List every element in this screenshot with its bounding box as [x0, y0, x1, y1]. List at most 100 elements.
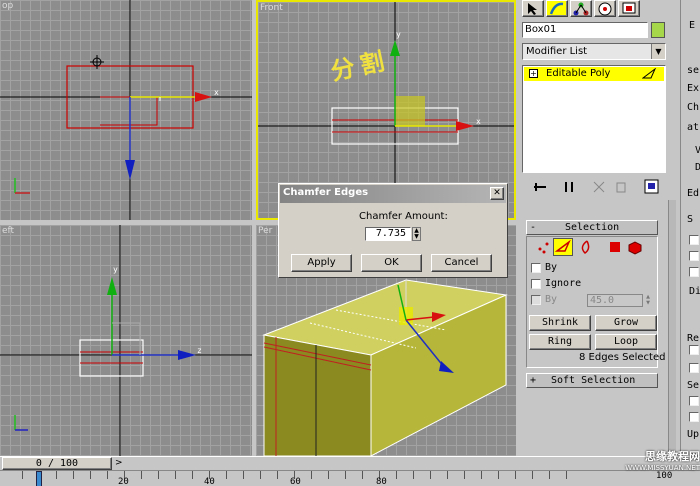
secondary-panel: E se Ex Ch at V D Ed S Di Re Se Up — [680, 0, 700, 456]
viewport-top[interactable]: op x — [0, 0, 252, 220]
stack-toolbar — [522, 178, 666, 196]
cancel-button[interactable]: Cancel — [431, 254, 492, 272]
side-letter: Up — [687, 429, 700, 440]
tick-label: 20 — [118, 477, 129, 486]
side-letter: Ex — [687, 83, 700, 94]
axis-y-label: y — [396, 30, 401, 39]
modifier-list-dropdown[interactable]: Modifier List ▼ — [522, 43, 666, 60]
side-checkbox[interactable] — [689, 251, 699, 261]
collapse-minus-icon: - — [530, 222, 537, 233]
close-icon: ✕ — [493, 188, 501, 198]
panel-scrollbar[interactable] — [668, 200, 676, 456]
dialog-title-bar[interactable]: Chamfer Edges ✕ — [280, 185, 506, 203]
keyframe-marker[interactable] — [36, 471, 42, 486]
viewport-left[interactable]: eft y z — [0, 225, 252, 456]
hierarchy-icon[interactable] — [570, 0, 592, 17]
side-checkbox[interactable] — [689, 267, 699, 277]
tick-label: 40 — [204, 477, 215, 486]
side-letter: Re — [687, 333, 700, 344]
time-slider-thumb[interactable]: 0 / 100 — [2, 457, 112, 470]
ignore-backfacing-checkbox[interactable] — [531, 279, 541, 289]
side-letter: Di — [689, 286, 700, 297]
track-bar[interactable]: 20 40 60 80 100 — [0, 470, 700, 486]
motion-icon[interactable] — [594, 0, 616, 17]
axis-x-label: x — [476, 117, 481, 126]
axis-z-label: z — [197, 346, 202, 355]
object-color-swatch[interactable] — [651, 22, 665, 38]
watermark-cn: 思缘教程网 — [645, 450, 700, 463]
tick-label: 100 — [656, 471, 673, 481]
side-letter: Ed — [687, 188, 700, 199]
expand-plus-icon: + — [530, 375, 537, 386]
selection-rollout-header[interactable]: - Selection — [526, 220, 658, 235]
edge-subobject-icon — [642, 68, 656, 79]
watermark-url: WWW.MISSYUAN.NET — [625, 464, 700, 472]
time-next-arrow[interactable]: > — [115, 458, 123, 468]
by-angle-label: By — [545, 294, 558, 305]
object-name-field[interactable]: Box01 — [522, 22, 648, 38]
element-mode-icon[interactable] — [627, 239, 643, 255]
angle-input[interactable]: 45.0 — [587, 294, 643, 307]
ignore-backfacing-label: Ignore — [545, 278, 582, 289]
axis-y-label: y — [113, 265, 118, 274]
create-icon[interactable] — [522, 0, 544, 17]
selection-rollout: By Ignore By 45.0 ▲ ▼ Shrink Grow Ring Lo… — [526, 236, 665, 368]
border-mode-icon[interactable] — [577, 239, 593, 255]
remove-modifier-icon[interactable] — [614, 180, 628, 194]
selection-title: Selection — [565, 222, 620, 233]
panel-tabs — [522, 0, 682, 18]
side-checkbox[interactable] — [689, 363, 699, 373]
by-vertex-checkbox[interactable] — [531, 263, 541, 273]
polygon-mode-icon[interactable] — [607, 239, 623, 255]
ok-button[interactable]: OK — [361, 254, 422, 272]
side-letter: D — [695, 162, 700, 173]
side-letter: Ch — [687, 102, 700, 113]
time-slider[interactable]: 0 / 100 > — [0, 456, 700, 470]
side-letter: at — [687, 122, 700, 133]
by-angle-checkbox[interactable] — [531, 295, 541, 305]
angle-spinner[interactable]: ▲ ▼ — [644, 294, 652, 307]
dialog-title: Chamfer Edges — [283, 187, 369, 198]
show-end-result-icon[interactable] — [562, 180, 576, 194]
side-letter: E — [689, 20, 696, 31]
modifier-stack[interactable]: + Editable Poly — [522, 65, 666, 173]
pin-stack-icon[interactable] — [532, 180, 548, 194]
grow-button[interactable]: Grow — [595, 315, 657, 331]
expand-plus-icon[interactable]: + — [529, 69, 538, 78]
tick-label: 60 — [290, 477, 301, 486]
shrink-button[interactable]: Shrink — [529, 315, 591, 331]
chamfer-amount-input[interactable]: 7.735 — [365, 227, 411, 241]
make-unique-icon[interactable] — [592, 180, 606, 194]
edge-mode-icon[interactable] — [553, 238, 573, 256]
ring-button[interactable]: Ring — [529, 334, 591, 350]
watermark: 思缘教程网 WWW.MISSYUAN.NET — [604, 448, 700, 472]
modify-icon[interactable] — [546, 0, 568, 17]
soft-selection-rollout-header[interactable]: + Soft Selection — [526, 373, 658, 388]
stack-item-editable-poly[interactable]: + Editable Poly — [524, 67, 664, 81]
side-letter: Se — [687, 380, 700, 391]
stack-item-label: Editable Poly — [546, 68, 611, 79]
configure-sets-icon[interactable] — [644, 179, 660, 195]
vertex-mode-icon[interactable] — [535, 239, 553, 255]
axis-x-label: x — [214, 88, 219, 97]
side-checkbox[interactable] — [689, 345, 699, 355]
tick-label: 80 — [376, 477, 387, 486]
side-checkbox[interactable] — [689, 396, 699, 406]
side-checkbox[interactable] — [689, 235, 699, 245]
display-icon[interactable] — [618, 0, 640, 17]
soft-selection-title: Soft Selection — [551, 375, 636, 386]
dialog-close-button[interactable]: ✕ — [490, 187, 504, 200]
track-bar-scale — [22, 471, 582, 479]
chamfer-edges-dialog: Chamfer Edges ✕ Chamfer Amount: 7.735 ▲ ▼… — [278, 183, 508, 278]
apply-button[interactable]: Apply — [291, 254, 352, 272]
side-letter: S — [687, 214, 694, 225]
chamfer-amount-spinner[interactable]: ▲ ▼ — [412, 227, 421, 241]
side-letter: se — [687, 65, 700, 76]
app-window: { "viewports":{ "top":{"label":"op"}, "f… — [0, 0, 700, 486]
side-checkbox[interactable] — [689, 412, 699, 422]
by-vertex-label: By — [545, 262, 558, 273]
command-panel: Box01 Modifier List ▼ + Editable Poly - … — [518, 0, 686, 456]
chevron-down-icon[interactable]: ▼ — [651, 44, 665, 59]
loop-button[interactable]: Loop — [595, 334, 657, 350]
chamfer-amount-label: Chamfer Amount: — [359, 211, 448, 222]
